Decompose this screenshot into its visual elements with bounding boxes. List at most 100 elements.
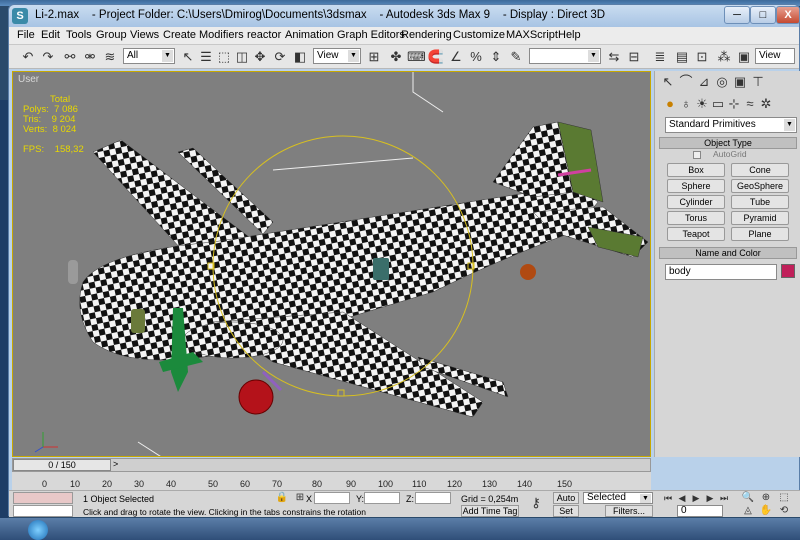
start-button[interactable] [28,520,48,540]
y-coordinate-field[interactable] [364,492,400,504]
menu-maxscript[interactable]: MAXScript [506,29,558,41]
torus-button[interactable]: Torus [667,211,725,225]
material-editor-icon[interactable]: ⁂ [715,48,733,66]
percent-snap-icon[interactable]: % [467,48,485,66]
hierarchy-tab-icon[interactable]: ⊿ [695,73,713,91]
z-label: Z: [406,494,414,504]
set-key-button[interactable]: Set K. [553,505,579,526]
title-bar[interactable]: S Li-2.max - Project Folder: C:\Users\Dm… [9,5,800,27]
menu-reactor[interactable]: reactor [247,29,281,41]
time-slider-thumb[interactable]: 0 / 150 [13,459,111,471]
keyboard-shortcut-override-icon[interactable]: ⌨ [407,48,426,66]
menu-rendering[interactable]: Rendering [401,29,452,41]
object-type-rollout-header[interactable]: Object Type [659,137,797,149]
menu-edit[interactable]: Edit [41,29,60,41]
motion-tab-icon[interactable]: ◎ [713,73,731,91]
redo-icon[interactable]: ↷ [39,48,57,66]
modify-tab-icon[interactable]: ⌒ [677,73,695,91]
menu-create[interactable]: Create [163,29,196,41]
pyramid-button[interactable]: Pyramid [731,211,789,225]
angle-snap-icon[interactable]: ∠ [447,48,465,66]
add-time-tag-button[interactable]: Add Time Tag [461,505,519,517]
cylinder-button[interactable]: Cylinder [667,195,725,209]
select-rotate-icon[interactable]: ⟳ [271,48,289,66]
menu-group[interactable]: Group [96,29,127,41]
maximize-button[interactable]: □ [750,6,776,24]
axis-z [34,446,44,453]
plane-button[interactable]: Plane [731,227,789,241]
z-coordinate-field[interactable] [415,492,451,504]
schematic-view-icon[interactable]: ⊡ [693,48,711,66]
menu-modifiers[interactable]: Modifiers [199,29,244,41]
select-move-icon[interactable]: ✥ [251,48,269,66]
menu-file[interactable]: File [17,29,35,41]
tick-label: 90 [346,479,357,489]
select-object-icon[interactable]: ↖ [179,48,197,66]
key-filter-selection-dropdown[interactable]: Selected ▼ [583,492,653,504]
spinner-snap-icon[interactable]: ⇕ [487,48,505,66]
sphere-button[interactable]: Sphere [667,179,725,193]
undo-icon[interactable]: ↶ [19,48,37,66]
airplane-engine-nacelle [182,321,284,359]
windows-taskbar [0,518,800,540]
object-color-swatch[interactable] [781,264,795,278]
time-slider[interactable]: 0 / 150 > [12,458,651,472]
geosphere-button[interactable]: GeoSphere [731,179,789,193]
unlink-icon[interactable]: ⚮ [81,48,99,66]
systems-icon[interactable]: ✲ [757,95,775,113]
object-name-input[interactable]: body [665,264,777,280]
x-coordinate-field[interactable] [314,492,350,504]
edit-named-selection-icon[interactable]: ✎ [507,48,525,66]
key-icon[interactable]: ⚷ [527,494,545,512]
app-icon[interactable]: S [12,8,28,24]
bind-space-warp-icon[interactable]: ≋ [101,48,119,66]
reference-coordinate-dropdown[interactable]: View ▼ [313,48,361,64]
tick-label: 70 [272,479,283,489]
track-bar[interactable]: 0 10 20 30 40 50 60 70 80 90 100 110 120… [12,472,651,490]
menu-help[interactable]: Help [558,29,581,41]
time-slider-next-icon[interactable]: > [113,459,118,469]
layer-manager-icon[interactable]: ≣ [651,48,669,66]
select-by-name-icon[interactable]: ☰ [197,48,215,66]
rectangular-selection-icon[interactable]: ⬚ [215,48,233,66]
align-icon[interactable]: ⊟ [625,48,643,66]
menu-animation[interactable]: Animation [285,29,334,41]
select-manipulate-icon[interactable]: ✤ [387,48,405,66]
filters-button[interactable]: Filters... [605,505,653,517]
close-button[interactable]: X [776,6,800,24]
teapot-button[interactable]: Teapot [667,227,725,241]
select-scale-icon[interactable]: ◧ [291,48,309,66]
curve-editor-icon[interactable]: ▤ [673,48,691,66]
current-frame-field[interactable]: 0 [677,505,723,517]
mirror-icon[interactable]: ⇆ [605,48,623,66]
render-view-dropdown[interactable]: View [755,48,795,64]
render-setup-icon[interactable]: ▣ [735,48,753,66]
cone-button[interactable]: Cone [731,163,789,177]
utilities-tab-icon[interactable]: ⊤ [749,73,767,91]
auto-key-button[interactable]: Auto [553,492,579,504]
minimize-button[interactable]: ─ [724,6,750,24]
named-selection-sets-dropdown[interactable]: ▼ [529,48,601,64]
selection-filter-dropdown[interactable]: All ▼ [123,48,175,64]
tube-button[interactable]: Tube [731,195,789,209]
object-category-dropdown[interactable]: Standard Primitives ▼ [665,117,797,133]
autogrid-checkbox[interactable] [693,151,701,159]
snaps-toggle-icon[interactable]: 🧲 [427,48,445,66]
maxscript-listener-input[interactable] [13,505,73,517]
pivot-center-icon[interactable]: ⊞ [365,48,383,66]
selection-lock-icon[interactable]: 🔒 [273,489,291,507]
pilot-figure [68,260,78,284]
viewport-label[interactable]: User [18,74,39,85]
menu-customize[interactable]: Customize [453,29,505,41]
create-tab-icon[interactable]: ↖ [659,73,677,91]
menu-graph-editors[interactable]: Graph Editors [337,29,405,41]
box-button[interactable]: Box [667,163,725,177]
maxscript-listener-mini[interactable] [13,492,73,504]
name-color-rollout-header[interactable]: Name and Color [659,247,797,259]
menu-views[interactable]: Views [130,29,159,41]
select-link-icon[interactable]: ⚯ [61,48,79,66]
perspective-viewport[interactable]: User Total Polys: 7 086 Tris: 9 204 Vert… [12,71,651,457]
window-crossing-icon[interactable]: ◫ [233,48,251,66]
menu-tools[interactable]: Tools [66,29,92,41]
display-tab-icon[interactable]: ▣ [731,73,749,91]
